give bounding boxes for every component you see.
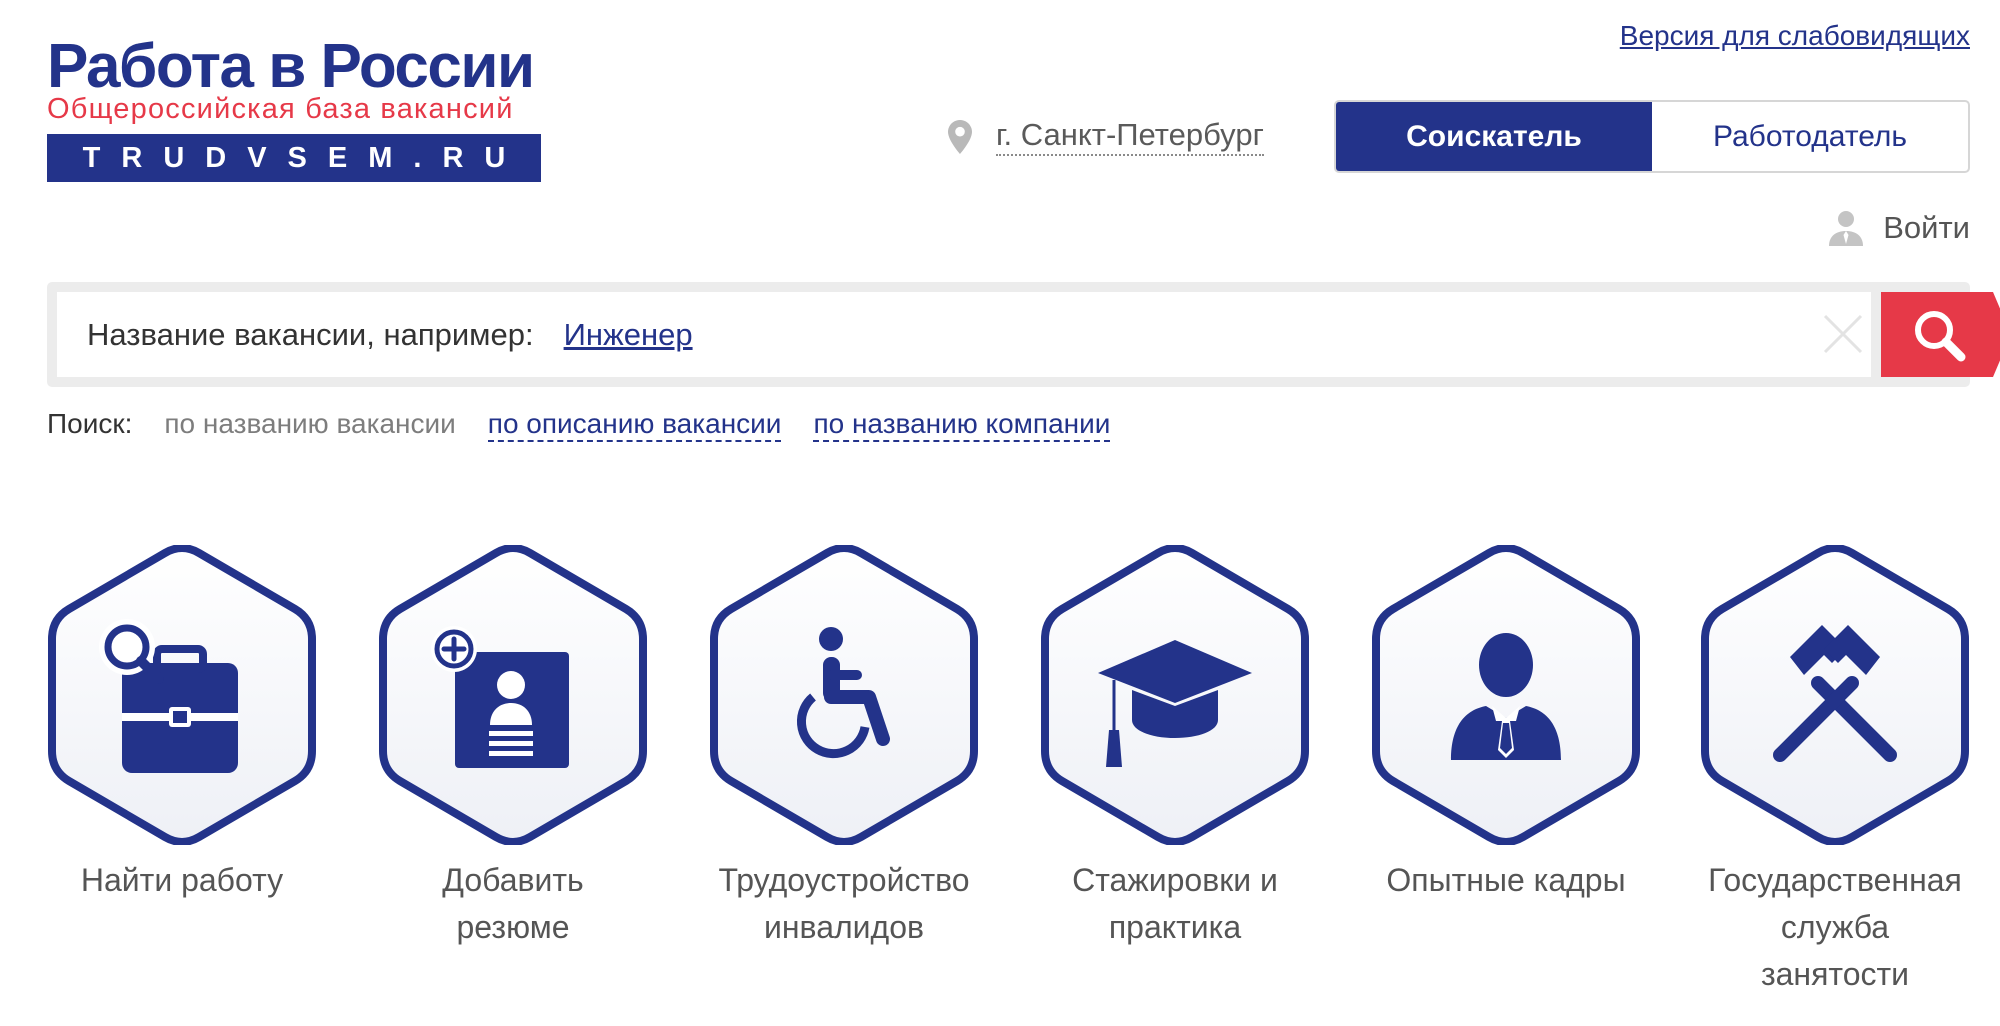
accessibility-version-link[interactable]: Версия для слабовидящих [1620,20,1970,52]
tile-label: Опытные кадры [1386,862,1626,898]
search-bar: Название вакансии, например: Инженер [47,282,2000,387]
tile-find-job[interactable]: Найти работу [47,545,317,904]
user-icon [1829,211,1864,246]
role-jobseeker-button[interactable]: Соискатель [1336,102,1652,171]
clear-icon[interactable] [1821,312,1865,356]
service-tiles: Найти работу Добавить резюме Трудоустрой… [47,545,1970,1005]
graduation-cap-icon [1098,640,1252,767]
logo-title: Работа в России [47,32,535,101]
city-name: г. Санкт-Петербург [996,118,1264,156]
tile-employment-service[interactable]: Государственная служба занятости [1700,545,1970,998]
tile-label: Добавить резюме [442,862,584,945]
login-label: Войти [1883,210,1970,245]
tile-disabled-employment[interactable]: Трудоустройство инвалидов [709,545,979,951]
tile-label: Трудоустройство инвалидов [718,862,970,945]
search-button[interactable] [1881,292,2000,377]
search-example-link[interactable]: Инженер [564,317,693,353]
briefcase-search-icon [99,619,238,773]
search-input[interactable]: Название вакансии, например: Инженер [57,292,1871,377]
role-switch: Соискатель Работодатель [1334,100,1970,173]
tile-experienced-staff[interactable]: Опытные кадры [1371,545,1641,904]
search-hint-label: Название вакансии, например: [87,316,534,352]
wheelchair-icon [796,627,890,759]
location-pin-icon [948,120,972,154]
search-mode-company-name[interactable]: по названию компании [813,408,1111,442]
tile-label: Государственная служба занятости [1708,862,1962,992]
logo-domain: TRUDVSEM.RU [47,134,541,182]
city-selector[interactable]: г. Санкт-Петербург [948,118,1264,156]
search-mode-vacancy-description[interactable]: по описанию вакансии [487,408,782,442]
login-button[interactable]: Войти [1829,210,1970,246]
tile-label: Стажировки и практика [1072,862,1278,945]
role-employer-button[interactable]: Работодатель [1652,102,1968,171]
tile-internships[interactable]: Стажировки и практика [1040,545,1310,951]
tile-label: Найти работу [80,862,284,898]
search-modes: Поиск: по названию вакансии по описанию … [47,408,1142,442]
add-resume-icon [431,626,569,768]
site-logo[interactable]: Работа в России Общероссийская база вака… [47,36,541,182]
tile-add-resume[interactable]: Добавить резюме [378,545,648,951]
businessman-icon [1451,633,1561,760]
search-mode-vacancy-title[interactable]: по названию вакансии [164,408,455,440]
logo-subtitle: Общероссийская база вакансий [47,93,514,125]
search-modes-label: Поиск: [47,408,133,439]
hammers-icon [1773,625,1897,762]
